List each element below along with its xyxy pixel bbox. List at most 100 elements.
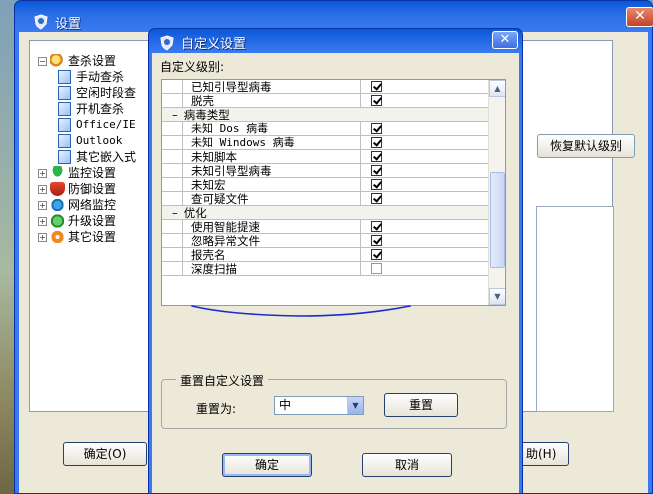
grid-option-row[interactable]: 忽略异常文件 bbox=[162, 234, 505, 248]
reset-button[interactable]: 重置 bbox=[384, 393, 458, 417]
document-icon bbox=[58, 102, 71, 116]
grid-option-row[interactable]: 未知脚本 bbox=[162, 150, 505, 164]
grid-cell bbox=[361, 164, 485, 177]
collapse-toggle[interactable]: – bbox=[172, 206, 178, 219]
tree-label: 手动查杀 bbox=[76, 69, 125, 85]
option-checkbox[interactable] bbox=[371, 179, 382, 190]
option-checkbox[interactable] bbox=[371, 249, 382, 260]
tree-label: 防御设置 bbox=[68, 182, 117, 196]
document-icon bbox=[58, 150, 71, 164]
reset-level-select[interactable]: 中 ▼ bbox=[274, 396, 364, 415]
app-shield-icon bbox=[160, 34, 174, 51]
tree-item-upgrade-settings[interactable]: + 升级设置 bbox=[38, 213, 136, 229]
expand-toggle[interactable]: + bbox=[38, 216, 47, 226]
grid-cell bbox=[162, 234, 183, 247]
tree-item-office-ie[interactable]: Office/IE bbox=[38, 117, 136, 133]
grid-rows: 已知引导型病毒 脱壳 – 病毒类型 未知 Dos 病毒 未知 Windows 病毒 未知脚本… bbox=[162, 80, 505, 276]
option-label: 未知 Windows 病毒 bbox=[183, 136, 361, 149]
grid-cell bbox=[361, 80, 485, 93]
tree-item-other-embedded[interactable]: 其它嵌入式 bbox=[38, 149, 136, 165]
grid-cell bbox=[162, 248, 183, 261]
option-label: 报壳名 bbox=[183, 248, 361, 261]
custom-settings-dialog: 自定义设置 ✕ 自定义级别: 已知引导型病毒 脱壳 – 病毒类型 未知 Dos 病毒 未知… bbox=[148, 28, 523, 494]
scroll-down-icon[interactable]: ▼ bbox=[489, 288, 505, 305]
grid-option-row[interactable]: 未知宏 bbox=[162, 178, 505, 192]
dialog-close-button[interactable]: ✕ bbox=[492, 31, 518, 49]
option-checkbox[interactable] bbox=[371, 263, 382, 274]
collapse-toggle[interactable]: − bbox=[38, 56, 47, 66]
document-icon bbox=[58, 70, 71, 84]
grid-option-row[interactable]: 报壳名 bbox=[162, 248, 505, 262]
document-icon bbox=[58, 118, 71, 132]
tree-item-boot-scan[interactable]: 开机查杀 bbox=[38, 101, 136, 117]
grid-option-row[interactable]: 查可疑文件 bbox=[162, 192, 505, 206]
option-checkbox[interactable] bbox=[371, 81, 382, 92]
expand-toggle[interactable]: + bbox=[38, 184, 47, 194]
dialog-cancel-button[interactable]: 取消 bbox=[362, 453, 452, 477]
tree-item-manual-scan[interactable]: 手动查杀 bbox=[38, 69, 136, 85]
option-label: 使用智能提速 bbox=[183, 220, 361, 233]
option-checkbox[interactable] bbox=[371, 221, 382, 232]
expand-toggle[interactable]: + bbox=[38, 232, 47, 242]
settings-close-button[interactable]: ✕ bbox=[626, 7, 653, 27]
grid-option-row[interactable]: 未知 Dos 病毒 bbox=[162, 122, 505, 136]
option-checkbox[interactable] bbox=[371, 193, 382, 204]
grid-option-row[interactable]: 未知引导型病毒 bbox=[162, 164, 505, 178]
restore-default-level-button[interactable]: 恢复默认级别 bbox=[537, 134, 635, 158]
grid-option-row[interactable]: 脱壳 bbox=[162, 94, 505, 108]
dialog-title: 自定义设置 bbox=[181, 37, 247, 52]
dialog-title-bar[interactable]: 自定义设置 bbox=[159, 33, 246, 52]
tree-item-defense-settings[interactable]: + 防御设置 bbox=[38, 181, 136, 197]
grid-option-row[interactable]: 深度扫描 bbox=[162, 262, 505, 276]
grid-cell bbox=[361, 192, 485, 205]
tree-label: Outlook bbox=[76, 134, 123, 147]
tree-item-network-monitor[interactable]: + 网络监控 bbox=[38, 197, 136, 213]
tree-label: 查杀设置 bbox=[68, 54, 117, 68]
grid-scrollbar[interactable]: ▲ ▼ bbox=[488, 80, 505, 305]
option-checkbox[interactable] bbox=[371, 151, 382, 162]
settings-title-bar[interactable]: 设置 bbox=[33, 11, 81, 33]
tree-item-outlook[interactable]: Outlook bbox=[38, 133, 136, 149]
grid-option-row[interactable]: 未知 Windows 病毒 bbox=[162, 136, 505, 150]
expand-toggle[interactable]: + bbox=[38, 200, 47, 210]
chevron-down-icon[interactable]: ▼ bbox=[347, 397, 363, 414]
grid-category-row[interactable]: – 病毒类型 bbox=[162, 108, 505, 122]
grid-cell bbox=[162, 262, 183, 275]
grid-cell bbox=[162, 136, 183, 149]
grid-cell bbox=[361, 248, 485, 261]
option-checkbox[interactable] bbox=[371, 235, 382, 246]
settings-help-button[interactable]: 助(H) bbox=[519, 442, 569, 466]
grid-cell bbox=[361, 136, 485, 149]
grid-option-row[interactable]: 使用智能提速 bbox=[162, 220, 505, 234]
upgrade-icon bbox=[50, 214, 65, 228]
option-checkbox[interactable] bbox=[371, 95, 382, 106]
option-checkbox[interactable] bbox=[371, 137, 382, 148]
tree-item-other-settings[interactable]: + 其它设置 bbox=[38, 229, 136, 245]
grid-cell bbox=[162, 164, 183, 177]
document-icon bbox=[58, 86, 71, 100]
collapse-toggle[interactable]: – bbox=[172, 108, 178, 121]
grid-cell bbox=[361, 150, 485, 163]
option-label: 已知引导型病毒 bbox=[183, 80, 361, 93]
category-label[interactable]: – 病毒类型 bbox=[172, 108, 372, 121]
dialog-body: 自定义级别: 已知引导型病毒 脱壳 – 病毒类型 未知 Dos 病毒 未知 Windows… bbox=[152, 53, 519, 493]
grid-cell bbox=[162, 192, 183, 205]
option-label: 忽略异常文件 bbox=[183, 234, 361, 247]
grid-category-row[interactable]: – 优化 bbox=[162, 206, 505, 220]
settings-ok-button[interactable]: 确定(O) bbox=[63, 442, 147, 466]
tree-label: 网络监控 bbox=[68, 198, 117, 212]
tree-item-monitor-settings[interactable]: + 监控设置 bbox=[38, 165, 136, 181]
scroll-up-icon[interactable]: ▲ bbox=[489, 80, 505, 97]
option-checkbox[interactable] bbox=[371, 123, 382, 134]
grid-option-row[interactable]: 已知引导型病毒 bbox=[162, 80, 505, 94]
option-checkbox[interactable] bbox=[371, 165, 382, 176]
dialog-ok-button[interactable]: 确定 bbox=[222, 453, 312, 477]
tree-label: 空闲时段查 bbox=[76, 86, 137, 100]
expand-toggle[interactable]: + bbox=[38, 168, 47, 178]
scroll-thumb[interactable] bbox=[490, 172, 505, 268]
grid-cell bbox=[361, 122, 485, 135]
search-scan-icon bbox=[50, 54, 65, 68]
category-label[interactable]: – 优化 bbox=[172, 206, 372, 219]
tree-item-scan-settings[interactable]: − 查杀设置 bbox=[38, 53, 136, 69]
tree-item-idle-scan[interactable]: 空闲时段查 bbox=[38, 85, 136, 101]
